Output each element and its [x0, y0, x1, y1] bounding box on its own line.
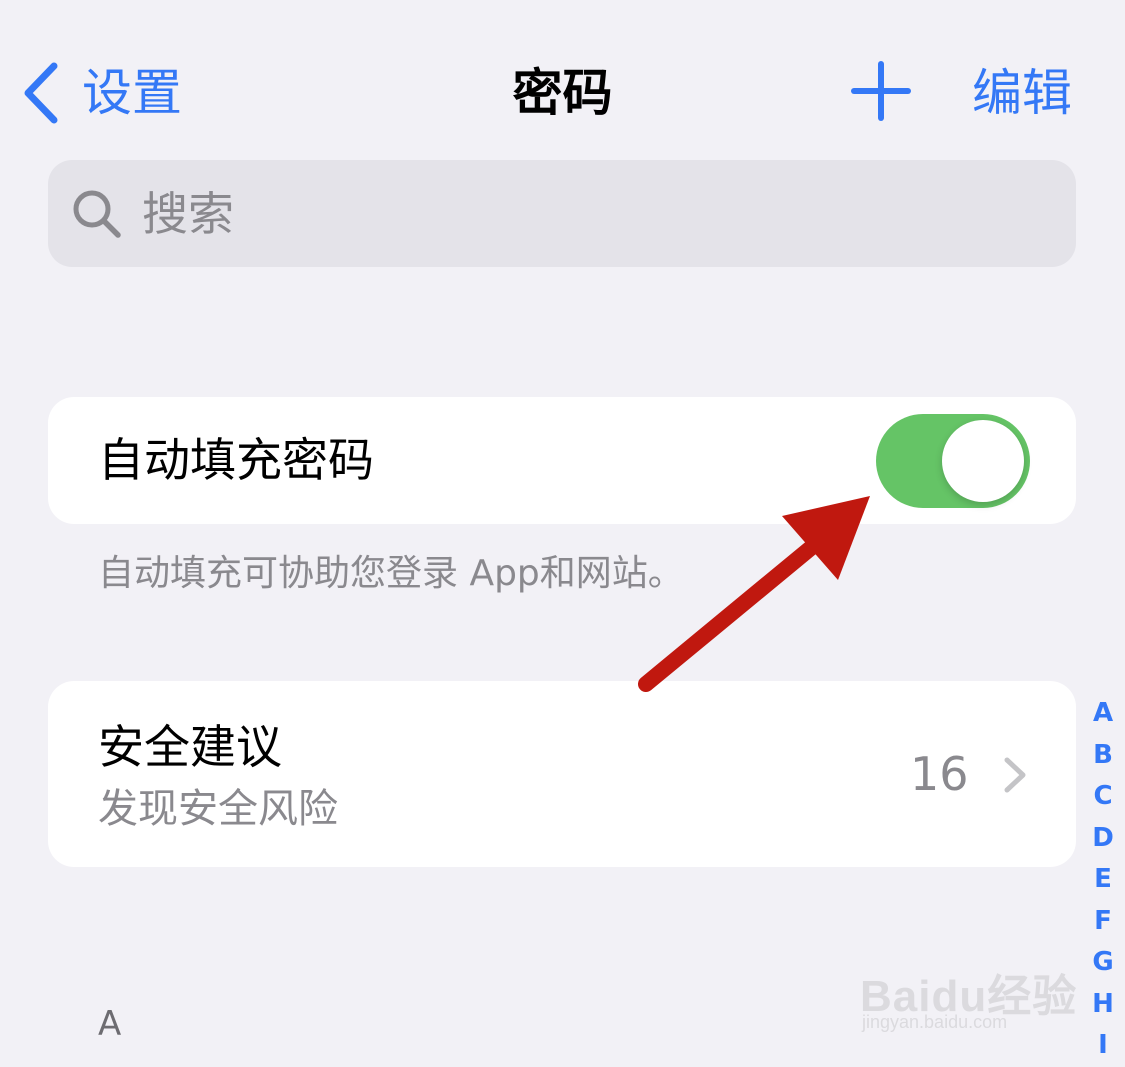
index-letter-e[interactable]: E	[1086, 859, 1120, 901]
autofill-row: 自动填充密码	[48, 397, 1076, 524]
index-letter-i[interactable]: I	[1086, 1025, 1120, 1067]
search-bar[interactable]	[48, 160, 1076, 267]
toggle-knob	[942, 420, 1024, 502]
chevron-right-icon	[1004, 757, 1026, 793]
index-letter-a[interactable]: A	[1086, 693, 1120, 735]
index-letter-g[interactable]: G	[1086, 942, 1120, 984]
index-letter-b[interactable]: B	[1086, 735, 1120, 777]
security-count: 16	[910, 747, 969, 801]
search-input[interactable]	[142, 186, 1022, 241]
security-recommendations-row[interactable]: 安全建议 发现安全风险 16	[48, 681, 1076, 867]
section-header-a: A	[98, 1004, 122, 1044]
autofill-label: 自动填充密码	[98, 433, 374, 487]
add-button[interactable]	[850, 60, 912, 122]
watermark-brand: Baidu经验	[860, 972, 1078, 1021]
security-subtitle: 发现安全风险	[98, 786, 338, 832]
index-letter-h[interactable]: H	[1086, 984, 1120, 1026]
autofill-toggle[interactable]	[876, 414, 1030, 508]
autofill-footnote: 自动填充可协助您登录 App和网站。	[98, 553, 684, 594]
alphabet-index[interactable]: ABCDEFGHI	[1086, 693, 1120, 1067]
back-button-label: 设置	[82, 64, 182, 122]
watermark: Baidu经验 jingyan.baidu.com	[860, 940, 1080, 1040]
back-button[interactable]: 设置	[22, 58, 182, 128]
chevron-left-icon	[24, 62, 58, 124]
plus-icon	[851, 61, 911, 121]
edit-button[interactable]: 编辑	[972, 58, 1072, 128]
watermark-url: jingyan.baidu.com	[862, 1012, 1008, 1032]
search-icon	[73, 190, 121, 238]
security-title: 安全建议	[98, 720, 282, 774]
index-letter-d[interactable]: D	[1086, 818, 1120, 860]
annotation-arrow-icon	[638, 496, 870, 692]
index-letter-c[interactable]: C	[1086, 776, 1120, 818]
index-letter-f[interactable]: F	[1086, 901, 1120, 943]
